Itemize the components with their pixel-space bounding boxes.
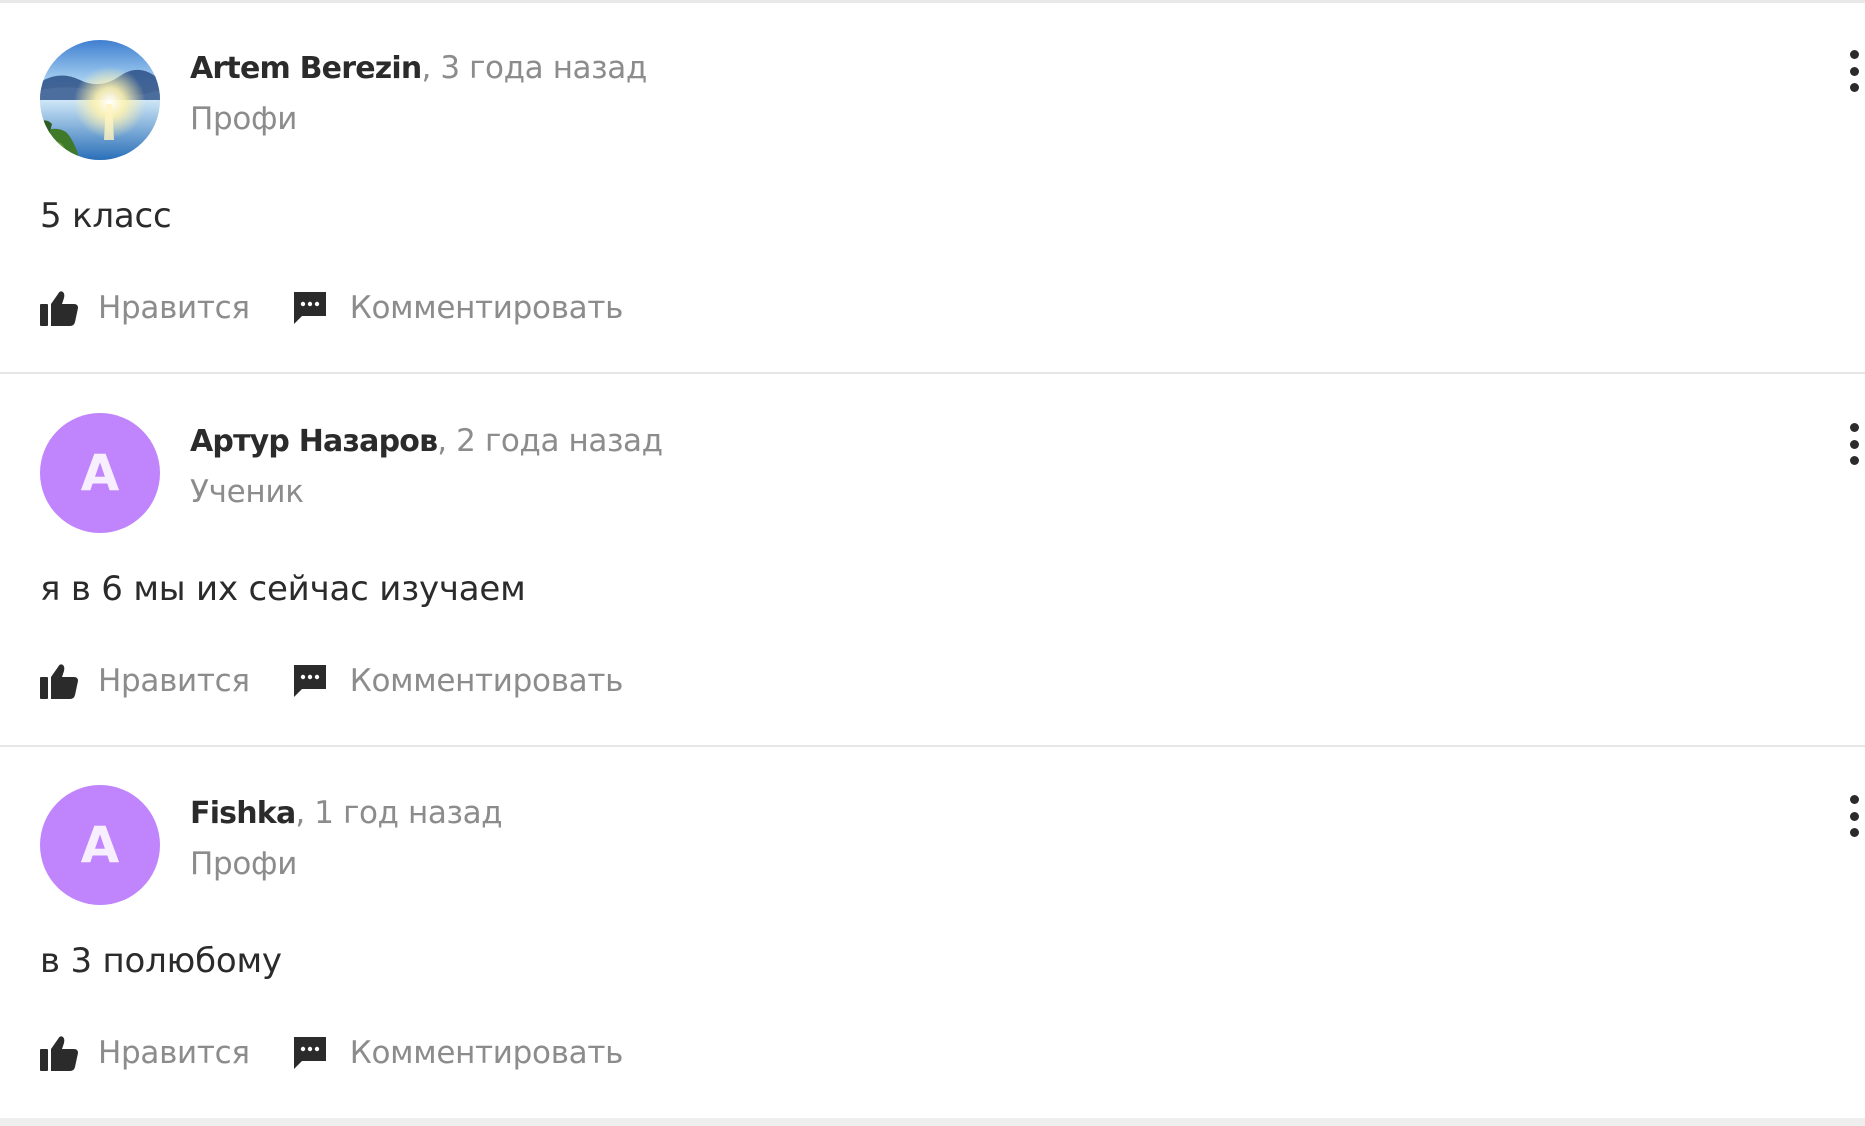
like-label: Нравится — [98, 1035, 250, 1071]
avatar[interactable]: A — [40, 413, 160, 533]
comment-button[interactable]: Комментировать — [292, 1035, 623, 1071]
comment-item: A Fishka, 1 год назад Профи в 3 полюбому… — [0, 745, 1865, 1117]
speech-bubble-icon — [292, 290, 328, 326]
comments-page: Artem Berezin, 3 года назад Профи 5 клас… — [0, 0, 1865, 1126]
comment-time: , 1 год назад — [295, 795, 503, 831]
comment-time: , 2 года назад — [437, 423, 663, 459]
author-name[interactable]: Fishka — [190, 796, 296, 831]
bottom-band — [0, 1118, 1865, 1126]
comment-text: в 3 полюбому — [40, 941, 282, 981]
comment-text: 5 класс — [40, 196, 172, 236]
comment-meta: Fishka, 1 год назад Профи — [190, 789, 503, 887]
like-button[interactable]: Нравится — [40, 1035, 250, 1071]
comment-item: A Артур Назаров, 2 года назад Ученик я в… — [0, 373, 1865, 745]
landscape-photo-icon — [40, 40, 160, 160]
author-name[interactable]: Артур Назаров — [190, 424, 438, 459]
like-label: Нравится — [98, 290, 250, 326]
comment-label: Комментировать — [349, 1035, 624, 1071]
speech-bubble-icon — [292, 663, 328, 699]
kebab-menu-icon[interactable] — [1843, 50, 1865, 92]
author-line: Artem Berezin, 3 года назад — [190, 44, 647, 92]
like-button[interactable]: Нравится — [40, 290, 250, 326]
kebab-menu-icon[interactable] — [1843, 423, 1865, 465]
thumbs-up-icon — [40, 290, 78, 326]
author-role: Профи — [190, 101, 298, 137]
avatar[interactable] — [40, 40, 160, 160]
comment-button[interactable]: Комментировать — [292, 663, 623, 699]
comment-meta: Artem Berezin, 3 года назад Профи — [190, 44, 647, 142]
thumbs-up-icon — [40, 1035, 78, 1071]
like-button[interactable]: Нравится — [40, 663, 250, 699]
comment-label: Комментировать — [349, 663, 624, 699]
comment-actions: Нравится Комментировать — [40, 1029, 623, 1077]
author-line: Fishka, 1 год назад — [190, 789, 503, 837]
author-role: Ученик — [190, 474, 304, 510]
comment-actions: Нравится Комментировать — [40, 657, 623, 705]
comment-item: Artem Berezin, 3 года назад Профи 5 клас… — [0, 0, 1865, 372]
thumbs-up-icon — [40, 663, 78, 699]
author-name[interactable]: Artem Berezin — [190, 51, 422, 86]
avatar[interactable]: A — [40, 785, 160, 905]
comment-button[interactable]: Комментировать — [292, 290, 623, 326]
kebab-menu-icon[interactable] — [1843, 795, 1865, 837]
comment-meta: Артур Назаров, 2 года назад Ученик — [190, 417, 663, 515]
like-label: Нравится — [98, 663, 250, 699]
comment-time: , 3 года назад — [421, 50, 647, 86]
comment-text: я в 6 мы их сейчас изучаем — [40, 569, 526, 609]
comment-label: Комментировать — [349, 290, 624, 326]
author-line: Артур Назаров, 2 года назад — [190, 417, 663, 465]
comment-actions: Нравится Комментировать — [40, 284, 623, 332]
speech-bubble-icon — [292, 1035, 328, 1071]
author-role: Профи — [190, 846, 298, 882]
